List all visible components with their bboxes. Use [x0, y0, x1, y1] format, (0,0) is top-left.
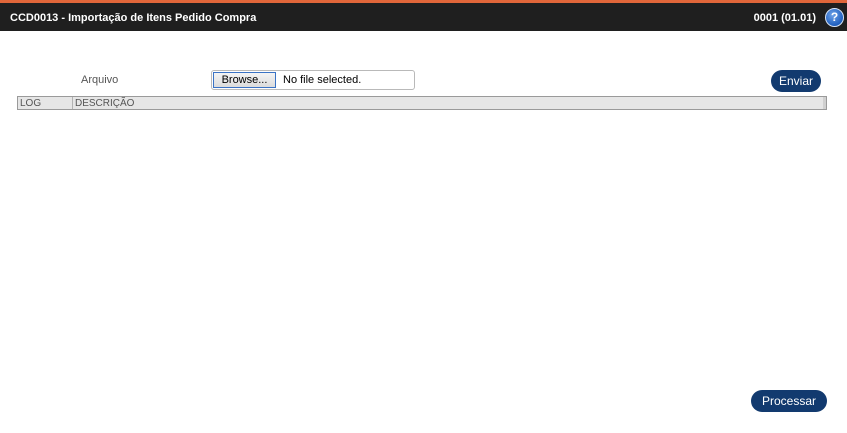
column-divider[interactable] [72, 97, 73, 109]
send-button[interactable]: Enviar [771, 70, 821, 92]
process-button[interactable]: Processar [751, 390, 827, 412]
file-input[interactable]: Browse... No file selected. [211, 70, 415, 90]
browse-button[interactable]: Browse... [213, 72, 276, 88]
file-status-text: No file selected. [283, 74, 362, 86]
help-icon[interactable]: ? [825, 8, 844, 27]
log-grid-header: LOG DESCRIÇÃO [17, 96, 827, 110]
file-field-label: Arquivo [81, 74, 119, 86]
title-bar: CCD0013 - Importação de Itens Pedido Com… [0, 0, 847, 31]
page: CCD0013 - Importação de Itens Pedido Com… [0, 0, 847, 433]
column-header-description[interactable]: DESCRIÇÃO [75, 98, 134, 109]
grid-header-edge [823, 97, 826, 109]
column-header-log[interactable]: LOG [20, 98, 72, 109]
version-label: 0001 (01.01) [753, 12, 816, 24]
page-title: CCD0013 - Importação de Itens Pedido Com… [10, 12, 257, 24]
